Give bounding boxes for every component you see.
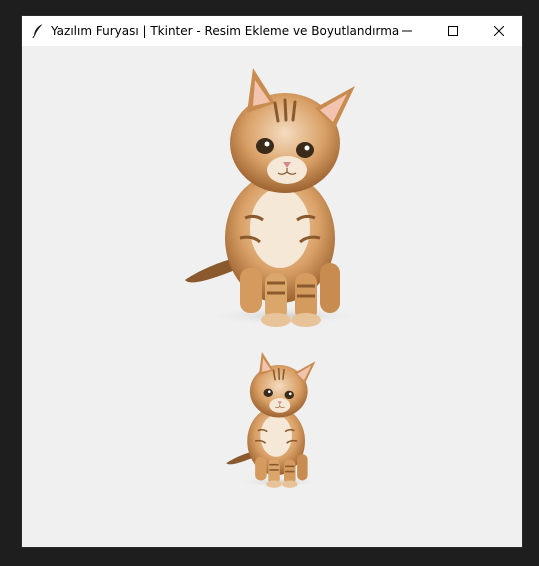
window-title: Yazılım Furyası | Tkinter - Resim Ekleme… (51, 24, 400, 38)
maximize-icon (448, 26, 458, 36)
close-icon (494, 26, 504, 36)
window-client-area (22, 46, 522, 547)
kitten-image-small (226, 351, 321, 488)
title-bar[interactable]: Yazılım Furyası | Tkinter - Resim Ekleme… (22, 16, 522, 46)
maximize-button[interactable] (430, 16, 476, 46)
minimize-button[interactable] (384, 16, 430, 46)
minimize-icon (402, 30, 412, 32)
feather-icon (31, 23, 45, 39)
app-window: Yazılım Furyası | Tkinter - Resim Ekleme… (22, 16, 522, 547)
close-button[interactable] (476, 16, 522, 46)
kitten-image-large (185, 68, 365, 327)
